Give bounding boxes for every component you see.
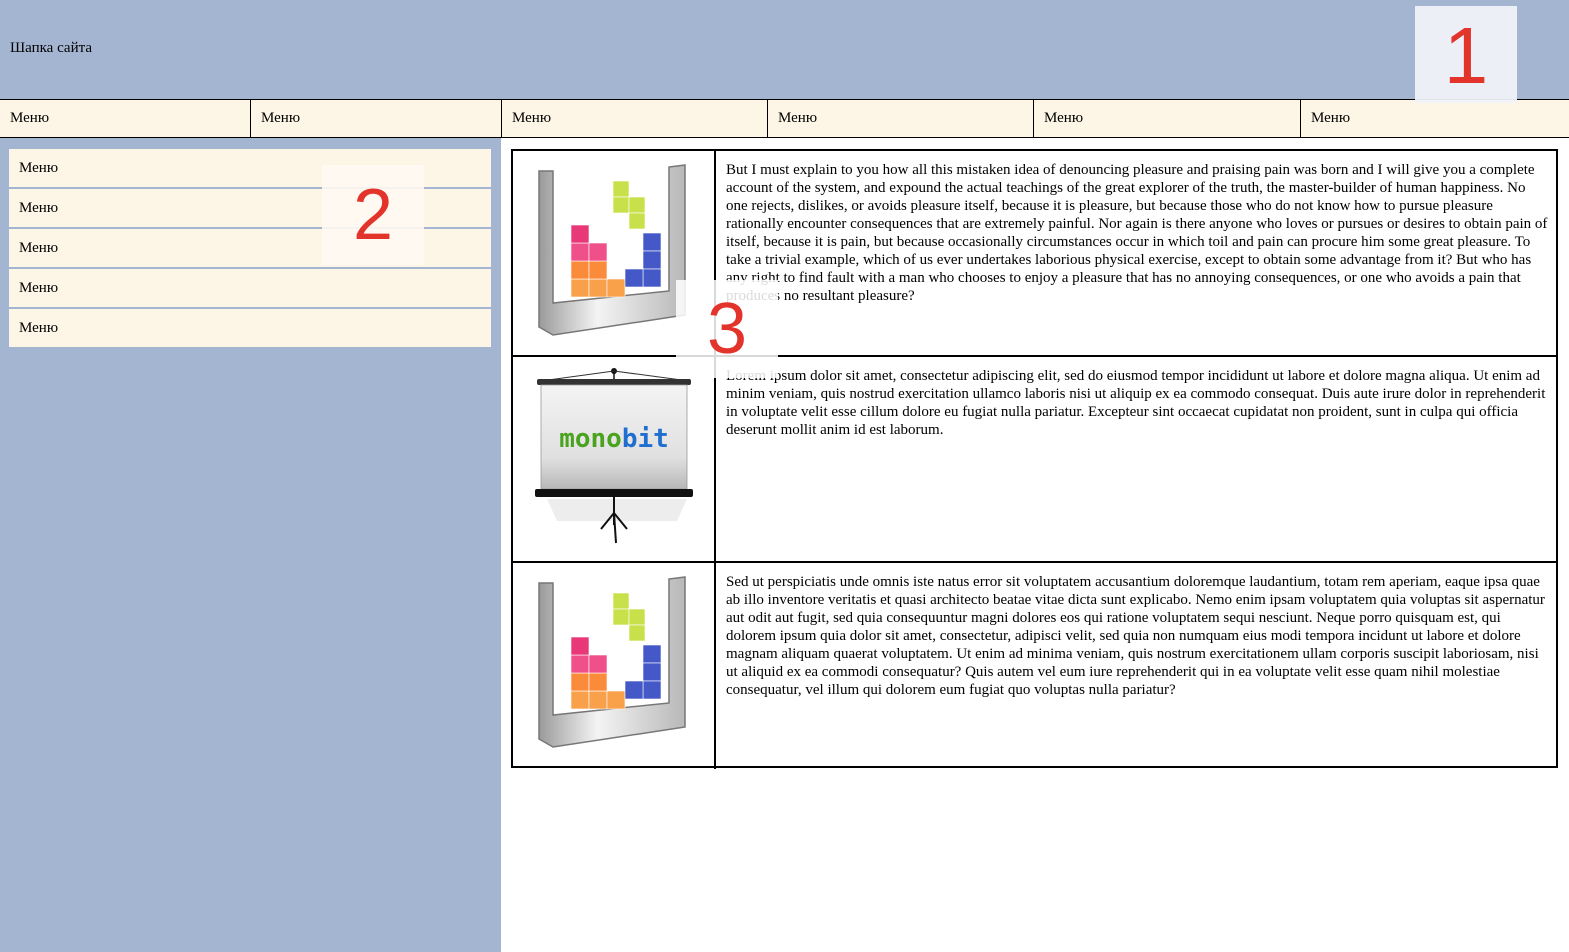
row-text: Lorem ipsum dolor sit amet, consectetur … [726,368,1546,438]
table-row: monobit Lorem ipsum dolor sit amet, cons… [513,357,1556,563]
image-cell [513,563,716,769]
table-row: But I must explain to you how all this m… [513,151,1556,357]
row-text: Sed ut perspiciatis unde omnis iste natu… [726,574,1545,698]
row-text: But I must explain to you how all this m… [726,162,1548,304]
sidebar-item-4[interactable]: Меню [9,269,491,307]
region-label-1: 1 [1415,6,1517,103]
projector-screen-icon: monobit [535,368,693,544]
region-label-3: 3 [676,280,778,378]
sidebar: Меню Меню Меню Меню Меню [0,138,501,952]
tetris-blocks-icon [538,576,686,748]
image-cell: monobit [513,357,716,563]
region-label-2: 2 [322,165,424,265]
monobit-logo: monobit [559,424,669,454]
topnav-item-1[interactable]: Меню [0,100,251,137]
content-table: But I must explain to you how all this m… [511,149,1558,769]
top-navigation: Меню Меню Меню Меню Меню Меню [0,99,1569,138]
sidebar-item-5[interactable]: Меню [9,309,491,347]
topnav-item-5[interactable]: Меню [1034,100,1301,137]
topnav-item-2[interactable]: Меню [251,100,502,137]
topnav-item-3[interactable]: Меню [502,100,768,137]
topnav-item-6[interactable]: Меню [1301,100,1569,137]
site-title: Шапка сайта [10,40,93,56]
table-row: Sed ut perspiciatis unde omnis iste natu… [513,563,1556,769]
site-header: Шапка сайта [0,0,1569,99]
topnav-item-4[interactable]: Меню [768,100,1034,137]
